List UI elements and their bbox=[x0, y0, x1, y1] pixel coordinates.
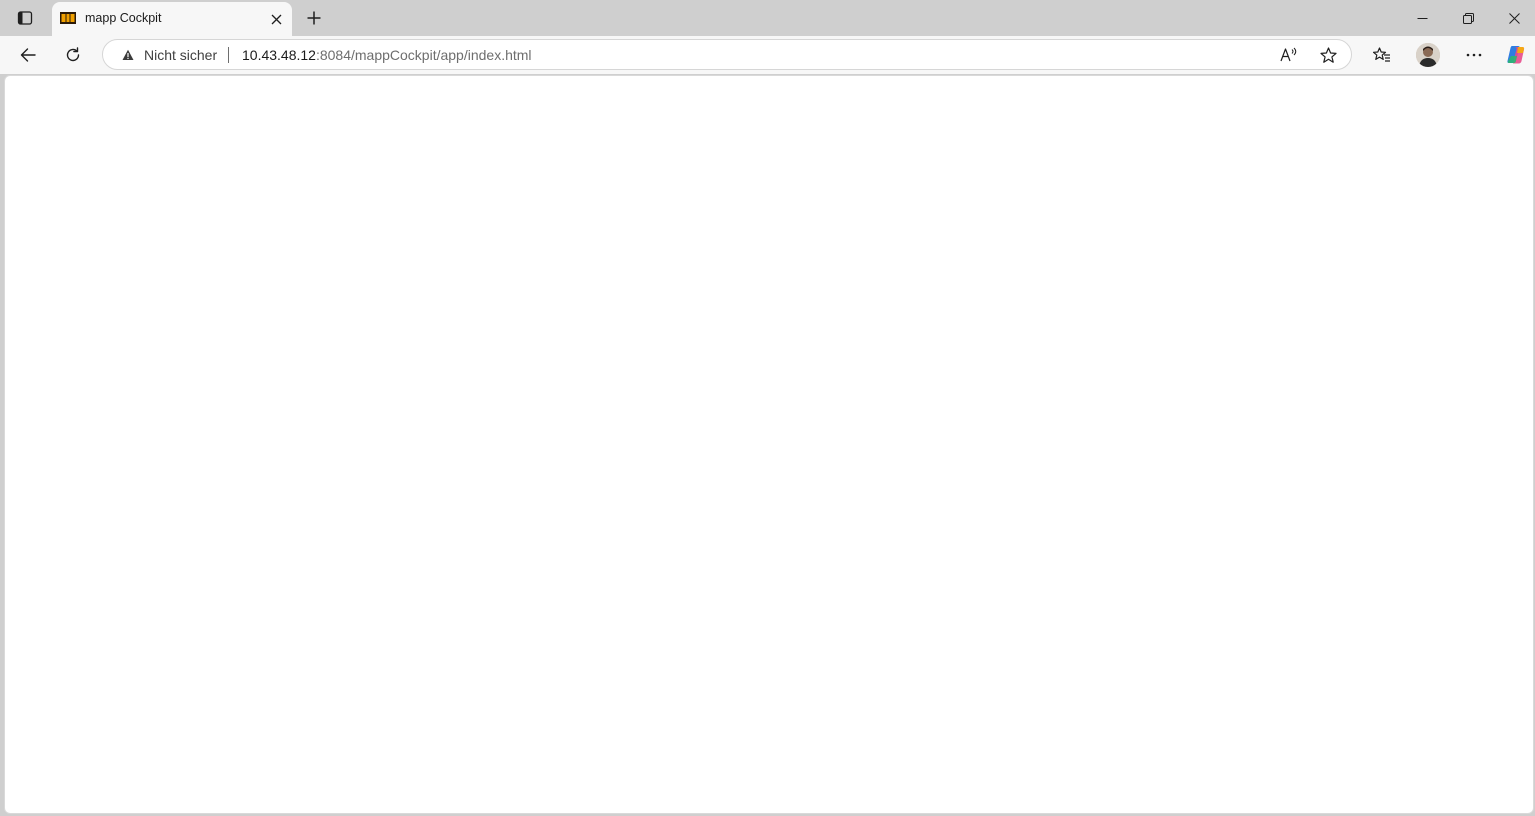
navigation-toolbar: Nicht sicher 10.43.48.12:8084/mappCockpi… bbox=[0, 36, 1535, 74]
read-aloud-icon bbox=[1280, 47, 1297, 62]
restore-icon bbox=[1462, 12, 1474, 24]
more-icon bbox=[1466, 53, 1482, 57]
url-path: :8084/mappCockpit/app/index.html bbox=[315, 47, 532, 63]
browser-window: mapp Cockpit Nicht sicher 10.43.48.12:80… bbox=[0, 0, 1535, 816]
restore-button[interactable] bbox=[1446, 4, 1490, 32]
tab-title: mapp Cockpit bbox=[85, 11, 162, 25]
security-label[interactable]: Nicht sicher bbox=[144, 47, 217, 63]
window-close-button[interactable] bbox=[1492, 4, 1535, 32]
favorites-icon bbox=[1373, 47, 1390, 62]
minimize-icon bbox=[1417, 17, 1427, 19]
back-arrow-icon bbox=[20, 48, 36, 62]
minimize-button[interactable] bbox=[1400, 4, 1444, 32]
star-icon bbox=[1319, 46, 1337, 63]
plus-icon bbox=[307, 11, 321, 25]
new-tab-button[interactable] bbox=[300, 4, 328, 32]
tab-actions-icon bbox=[17, 11, 33, 25]
warning-icon[interactable] bbox=[122, 49, 134, 61]
url-host: 10.43.48.12 bbox=[242, 47, 316, 63]
add-favorite-button[interactable] bbox=[1315, 43, 1341, 67]
page-content[interactable] bbox=[4, 75, 1534, 814]
favorites-button[interactable] bbox=[1366, 40, 1398, 70]
reload-icon bbox=[66, 47, 80, 62]
tab-actions-button[interactable] bbox=[10, 4, 40, 32]
address-separator bbox=[228, 47, 229, 63]
url-text[interactable]: 10.43.48.12:8084/mappCockpit/app/index.h… bbox=[242, 47, 532, 63]
close-icon bbox=[1508, 12, 1520, 24]
copilot-button[interactable] bbox=[1500, 40, 1532, 70]
back-button[interactable] bbox=[12, 39, 44, 71]
profile-button[interactable] bbox=[1412, 40, 1444, 70]
close-tab-button[interactable] bbox=[266, 9, 286, 29]
active-tab[interactable]: mapp Cockpit bbox=[52, 2, 292, 36]
copilot-icon bbox=[1507, 46, 1525, 64]
mapp-logo-icon bbox=[60, 12, 76, 24]
reload-button[interactable] bbox=[57, 39, 89, 71]
more-options-button[interactable] bbox=[1458, 40, 1490, 70]
tab-strip: mapp Cockpit bbox=[0, 0, 1535, 36]
avatar bbox=[1416, 43, 1440, 67]
read-aloud-button[interactable] bbox=[1276, 43, 1302, 67]
address-bar[interactable]: Nicht sicher 10.43.48.12:8084/mappCockpi… bbox=[102, 39, 1352, 70]
close-icon bbox=[271, 14, 281, 24]
